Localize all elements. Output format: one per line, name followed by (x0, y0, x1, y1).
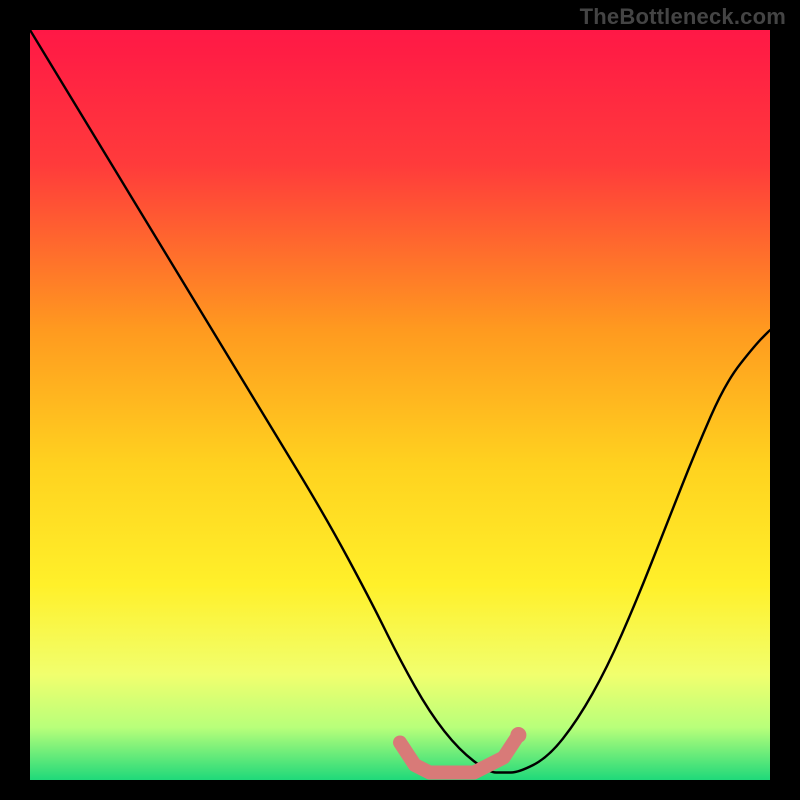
chart-frame: TheBottleneck.com (0, 0, 800, 800)
watermark-text: TheBottleneck.com (580, 4, 786, 30)
chart-svg (30, 30, 770, 780)
marker-dot (510, 727, 526, 743)
chart-plot-area (30, 30, 770, 780)
chart-background (30, 30, 770, 780)
